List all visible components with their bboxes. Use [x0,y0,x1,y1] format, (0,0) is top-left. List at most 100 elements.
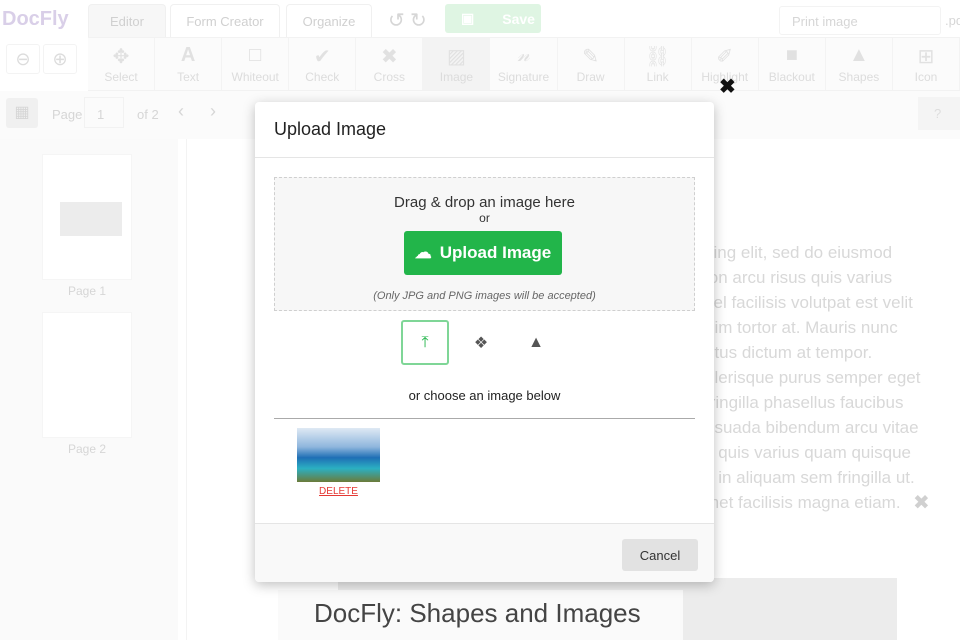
page-select[interactable]: 1 [84,97,124,128]
help-button[interactable]: ? [918,97,960,130]
upload-image-button[interactable]: ☁ Upload Image [404,231,562,275]
cross-icon: ✖ [380,46,398,68]
close-modal-icon[interactable]: ✖ [719,74,736,99]
save-label: Save [502,10,535,27]
page-label: Page [52,107,83,122]
move-icon: ✥ [112,46,130,68]
text-icon: A [180,44,196,66]
tool-select[interactable]: ✥ Select [88,38,156,90]
docfly-logo: DocFly [2,8,69,30]
thumbnail-image [60,202,122,236]
tool-label: Link [646,70,669,84]
tab-form-creator[interactable]: Form Creator [170,4,280,37]
page-2-label: Page 2 [67,442,107,456]
drag-text: Drag & drop an image here [394,194,575,211]
link-icon: ⛓ [644,46,671,68]
or-text: or [479,211,490,225]
cancel-button[interactable]: Cancel [622,539,698,571]
tool-cross[interactable]: ✖ Cross [356,38,424,90]
filename-input[interactable]: Print image [779,6,941,35]
tab-organize[interactable]: Organize [286,4,372,37]
undo-icon[interactable]: ↺ [388,8,405,33]
zoom-out-button[interactable]: ⊖ [6,44,40,74]
tool-icon[interactable]: ⊞ Icon [893,38,960,90]
text-line: etus dictum at tempor. [705,343,873,362]
text-line: nim tortor at. Mauris nunc [705,318,898,337]
plus-box-icon: ⊞ [917,46,935,68]
grid-view-button[interactable]: ▦ [6,98,38,128]
google-drive-tab[interactable]: ▲ [512,320,560,365]
dropbox-icon: ❖ [473,334,489,352]
divider [274,418,695,419]
page-thumbnail-1[interactable] [42,154,132,280]
text-line: cing elit, sed do eiusmod [705,243,893,262]
text-line: esuada bibendum arcu vitae [705,418,919,437]
tool-bar: ✥ Select A Text □ Whiteout ✔ Check ✖ Cross ▨ I… [88,37,960,91]
text-line: lon arcu risus quis varius [705,268,893,287]
tool-whiteout[interactable]: □ Whiteout [222,38,290,90]
text-line: s in aliquam sem fringilla ut. [705,468,915,487]
upload-image-modal: Upload Image Drag & drop an image here o… [255,102,714,582]
document-heading: DocFly: Shapes and Images [278,590,683,640]
tool-blackout[interactable]: ■ Blackout [759,38,826,90]
blackout-icon: ■ [785,44,798,66]
tool-label: Shapes [838,70,880,84]
save-button[interactable]: ▣ Save [445,4,541,33]
text-line: elerisque purus semper eget [705,368,921,387]
page-thumbnails: Page 1 Page 2 [0,139,178,640]
highlighter-icon: ✐ [716,46,734,68]
tool-label: Whiteout [231,70,279,84]
tool-shapes[interactable]: ▲ Shapes [826,38,893,90]
tool-label: Cross [373,70,406,84]
text-line: vel facilisis volutpat est velit [705,293,913,312]
local-upload-tab[interactable]: ⤒ [401,320,449,365]
check-icon: ✔ [313,46,331,68]
dropbox-tab[interactable]: ❖ [457,320,505,365]
delete-image-link[interactable]: DELETE [297,486,380,497]
whiteout-icon: □ [249,44,262,66]
image-icon: ▨ [446,46,466,68]
tool-label: Icon [914,70,938,84]
save-icon: ▣ [461,10,475,26]
page-count: of 2 [137,107,159,122]
redo-icon[interactable]: ↻ [410,8,427,33]
saved-image-thumbnail[interactable] [297,428,380,482]
pencil-icon: ✎ [582,46,599,68]
tool-label: Check [305,70,340,84]
signature-icon: 𝓃 [517,44,530,66]
tool-text[interactable]: A Text [155,38,223,90]
tool-link[interactable]: ⛓ Link [625,38,692,90]
tool-image[interactable]: ▨ Image [423,38,491,90]
file-extension: .pd [945,13,960,28]
cloud-upload-icon: ☁ [414,243,432,262]
tool-label: Select [104,70,138,84]
upload-icon: ⤒ [421,333,429,351]
next-page-button[interactable]: › [210,101,216,122]
page-1-label: Page 1 [67,284,107,298]
remove-text-icon[interactable]: ✖ [913,490,930,515]
tool-check[interactable]: ✔ Check [289,38,357,90]
upload-label: Upload Image [439,243,552,262]
google-drive-icon: ▲ [528,333,544,351]
text-line: s quis varius quam quisque [705,443,912,462]
tool-label: Blackout [768,70,815,84]
tool-label: Image [439,70,474,84]
drop-zone[interactable]: Drag & drop an image here or ☁ Upload Ima… [274,177,695,311]
tool-label: Text [177,70,200,84]
document-text: cing elit, sed do eiusmod lon arcu risus… [705,240,920,515]
accepted-formats-note: (Only JPG and PNG images will be accepte… [373,290,596,302]
tool-draw[interactable]: ✎ Draw [558,38,625,90]
shapes-icon: ▲ [849,44,869,66]
tool-label: Signature [497,70,550,84]
modal-title: Upload Image [255,102,714,158]
choose-image-text: or choose an image below [408,388,561,403]
top-bar: DocFly Editor Form Creator Organize ↺ ↻ … [0,0,960,37]
tab-editor[interactable]: Editor [88,4,166,37]
modal-footer: Cancel [255,523,714,582]
prev-page-button[interactable]: ‹ [178,101,184,122]
zoom-in-button[interactable]: ⊕ [43,44,77,74]
page-thumbnail-2[interactable] [42,312,132,438]
tool-signature[interactable]: 𝓃 Signature [490,38,558,90]
text-line: met facilisis magna etiam. [705,493,901,512]
tool-label: Draw [576,70,605,84]
